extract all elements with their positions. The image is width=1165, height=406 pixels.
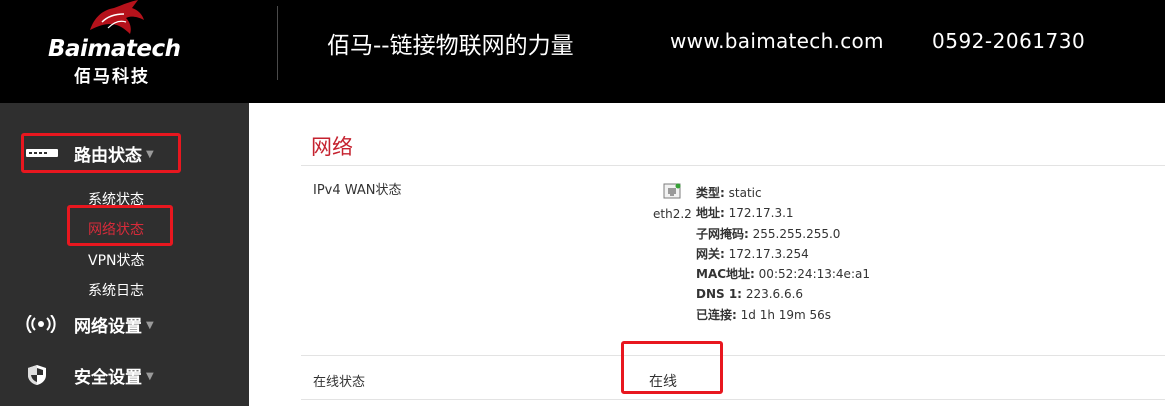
logo-text-cn: 佰马科技 xyxy=(74,67,150,87)
wan-field-uptime: 已连接: 1d 1h 19m 56s xyxy=(696,307,832,322)
logo-text-en: Baimatech xyxy=(48,36,181,62)
sidebar-item-system-log[interactable]: 系统日志 xyxy=(88,280,144,300)
sidebar-menu-route-status[interactable]: 路由状态 ▼ xyxy=(26,139,154,167)
sidebar: 路由状态 ▼ 系统状态 网络状态 VPN状态 系统日志 网络设置 ▼ 安全设置 … xyxy=(0,103,249,406)
wan-field-type: 类型: static xyxy=(696,186,762,200)
wan-field-gateway: 网关: 172.17.3.254 xyxy=(696,246,809,261)
wan-field-dns1: DNS 1: 223.6.6.6 xyxy=(696,287,804,302)
horse-logo-icon xyxy=(90,0,144,34)
shield-icon xyxy=(26,365,62,385)
title-divider xyxy=(301,165,1165,166)
main-content: 网络 IPv4 WAN状态 eth2.2 类型: static 地址: 172.… xyxy=(249,103,1165,406)
header-bar: Baimatech 佰马科技 佰马--链接物联网的力量 www.baimatec… xyxy=(0,0,1165,103)
brand-logo[interactable]: Baimatech 佰马科技 xyxy=(40,0,190,103)
sidebar-menu-label: 网络设置 xyxy=(74,316,142,337)
online-status-value: 在线 xyxy=(649,374,677,390)
ethernet-port-icon xyxy=(663,183,681,199)
interface-name: eth2.2 xyxy=(653,207,692,221)
sidebar-item-system-status[interactable]: 系统状态 xyxy=(88,189,144,209)
wireless-icon xyxy=(26,314,62,334)
sidebar-item-vpn-status[interactable]: VPN状态 xyxy=(88,250,145,270)
sidebar-menu-security-settings[interactable]: 安全设置 ▼ xyxy=(26,361,154,389)
header-slogan: 佰马--链接物联网的力量 xyxy=(327,33,574,59)
sidebar-menu-label: 路由状态 xyxy=(74,145,142,166)
wan-field-mac: MAC地址: 00:52:24:13:4e:a1 xyxy=(696,267,870,282)
wan-details: 类型: static 地址: 172.17.3.1 子网掩码: 255.255.… xyxy=(696,183,870,325)
router-icon xyxy=(26,143,62,163)
online-status-label: 在线状态 xyxy=(313,375,366,390)
header-website: www.baimatech.com xyxy=(670,29,884,53)
sidebar-item-network-status[interactable]: 网络状态 xyxy=(88,219,144,239)
header-divider xyxy=(277,6,278,80)
page-title: 网络 xyxy=(311,135,353,159)
caret-down-icon: ▼ xyxy=(146,371,154,382)
sidebar-menu-label: 安全设置 xyxy=(74,367,142,388)
caret-down-icon: ▼ xyxy=(146,149,154,160)
wan-field-netmask: 子网掩码: 255.255.255.0 xyxy=(696,226,841,241)
wan-status-label: IPv4 WAN状态 xyxy=(313,183,402,198)
wan-field-address: 地址: 172.17.3.1 xyxy=(696,206,794,221)
header-phone: 0592-2061730 xyxy=(932,29,1086,53)
row-divider xyxy=(301,355,1165,356)
sidebar-menu-network-settings[interactable]: 网络设置 ▼ xyxy=(26,310,154,338)
row-divider-bottom xyxy=(301,399,1165,400)
caret-down-icon: ▼ xyxy=(146,320,154,331)
